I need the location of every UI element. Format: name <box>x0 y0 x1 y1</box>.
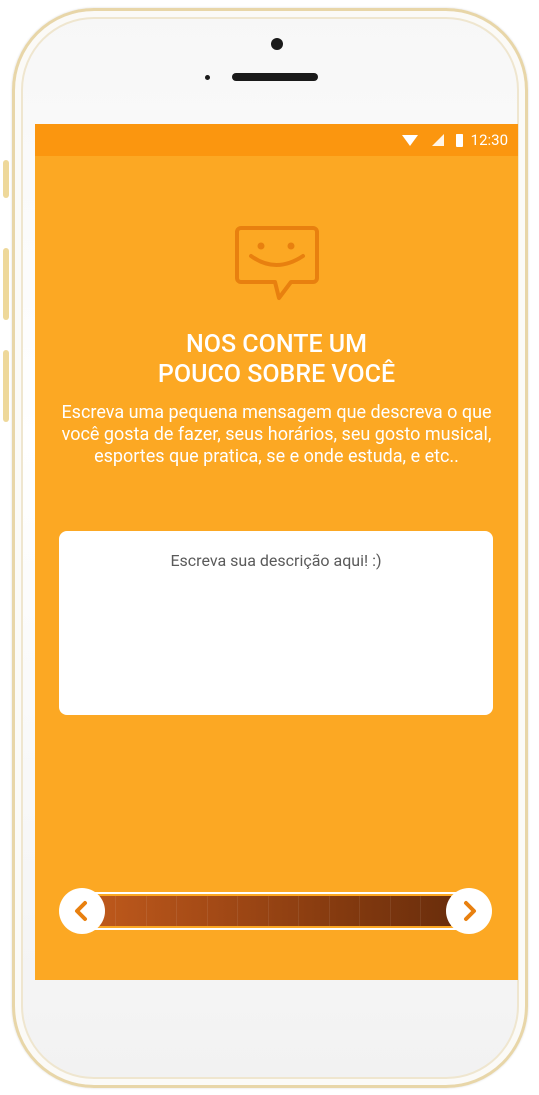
chat-smile-icon <box>235 226 319 300</box>
title-line-1: NOS CONTE UM <box>185 330 368 359</box>
progress-segment-divider <box>359 896 361 926</box>
progress-segment-divider <box>115 896 117 926</box>
title-line-2: POUCO SOBRE VOCÊ <box>157 360 396 389</box>
instructions-text: Escreva uma pequena mensagem que descrev… <box>61 402 492 467</box>
progress-segment-divider <box>420 896 422 926</box>
progress-segment-divider <box>328 896 330 926</box>
progress-fill <box>85 896 451 926</box>
progress-bar <box>85 896 470 926</box>
progress-segment-divider <box>145 896 147 926</box>
status-time: 12:30 <box>470 131 508 149</box>
progress-segment-divider <box>176 896 178 926</box>
wifi-icon <box>401 134 418 146</box>
page-title: NOS CONTE UM POUCO SOBRE VOCÊ <box>35 330 518 390</box>
progress-segment-divider <box>206 896 208 926</box>
chevron-right-icon <box>464 901 476 921</box>
earpiece-speaker <box>232 73 318 81</box>
phone-mute-button <box>3 160 9 198</box>
status-bar: 12:30 <box>35 124 518 156</box>
description-input[interactable] <box>59 531 493 715</box>
chevron-left-icon <box>75 901 87 921</box>
cell-signal-icon <box>431 134 444 146</box>
next-button[interactable] <box>446 888 492 934</box>
front-camera <box>271 38 283 50</box>
progress-segment-divider <box>298 896 300 926</box>
progress-segment-divider <box>389 896 391 926</box>
app-screen: 12:30 NOS CONTE UM POUCO SOBRE VOCÊ Escr… <box>35 124 518 980</box>
progress-segment-divider <box>267 896 269 926</box>
progress-segment-divider <box>237 896 239 926</box>
battery-icon <box>455 133 463 147</box>
proximity-sensor <box>205 75 210 80</box>
phone-volume-down-button <box>3 350 9 422</box>
previous-button[interactable] <box>59 888 105 934</box>
phone-volume-up-button <box>3 248 9 320</box>
